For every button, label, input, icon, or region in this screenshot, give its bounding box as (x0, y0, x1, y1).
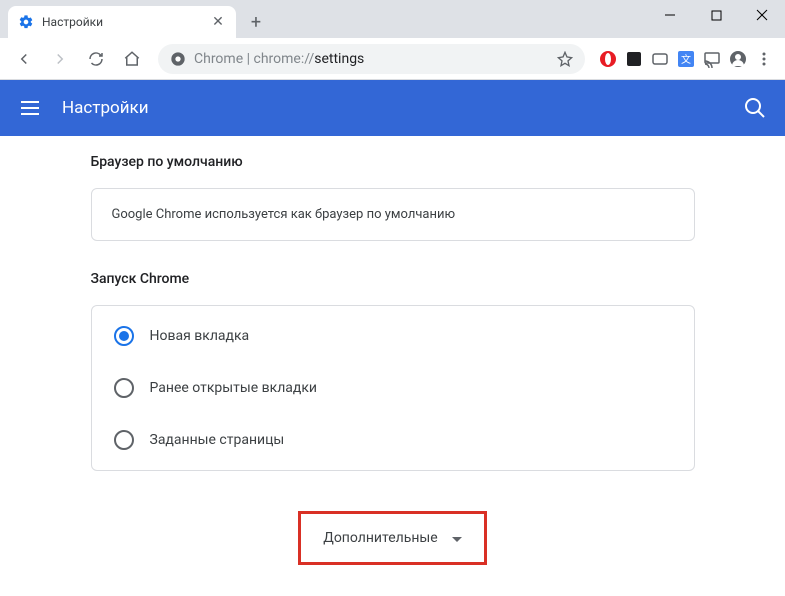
startup-option-specific-pages[interactable]: Заданные страницы (112, 414, 674, 466)
search-button[interactable] (743, 96, 767, 120)
svg-text:文: 文 (681, 53, 691, 66)
browser-menu-button[interactable] (755, 50, 773, 68)
new-tab-button[interactable]: + (242, 8, 270, 36)
section-title: Браузер по умолчанию (91, 154, 695, 170)
reload-button[interactable] (80, 43, 112, 75)
page-title: Настройки (62, 98, 149, 118)
settings-content[interactable]: Браузер по умолчанию Google Chrome испол… (0, 136, 785, 596)
default-browser-section: Браузер по умолчанию Google Chrome испол… (91, 154, 695, 241)
url-text: Chrome | chrome://settings (194, 51, 549, 67)
maximize-button[interactable] (693, 0, 739, 30)
minimize-button[interactable] (647, 0, 693, 30)
gear-icon (18, 14, 34, 30)
home-button[interactable] (116, 43, 148, 75)
radio-icon (114, 378, 134, 398)
radio-icon (114, 326, 134, 346)
extension-icon-3[interactable] (651, 50, 669, 68)
startup-option-continue[interactable]: Ранее открытые вкладки (112, 362, 674, 414)
back-button[interactable] (8, 43, 40, 75)
close-window-button[interactable] (739, 0, 785, 30)
extension-icon-2[interactable] (625, 50, 643, 68)
radio-label: Ранее открытые вкладки (150, 380, 318, 396)
advanced-toggle-button[interactable]: Дополнительные (298, 511, 486, 565)
hamburger-menu-button[interactable] (18, 96, 42, 120)
default-browser-card: Google Chrome используется как браузер п… (91, 188, 695, 241)
window-controls (647, 0, 785, 30)
default-browser-message: Google Chrome используется как браузер п… (112, 207, 456, 222)
on-startup-card: Новая вкладка Ранее открытые вкладки Зад… (91, 305, 695, 471)
extension-cast-icon[interactable] (703, 50, 721, 68)
section-title: Запуск Chrome (91, 271, 695, 287)
bookmark-star-icon[interactable] (557, 51, 573, 67)
address-bar[interactable]: Chrome | chrome://settings (158, 44, 585, 74)
browser-tab[interactable]: Настройки ✕ (8, 6, 236, 38)
extension-icons: 文 (595, 50, 777, 68)
on-startup-section: Запуск Chrome Новая вкладка Ранее открыт… (91, 271, 695, 471)
close-tab-button[interactable]: ✕ (210, 14, 226, 30)
radio-icon (114, 430, 134, 450)
forward-button[interactable] (44, 43, 76, 75)
profile-avatar-icon[interactable] (729, 50, 747, 68)
chevron-down-icon (452, 533, 462, 543)
tab-title: Настройки (42, 15, 103, 29)
extension-opera-icon[interactable] (599, 50, 617, 68)
window-titlebar: Настройки ✕ + (0, 0, 785, 38)
chrome-icon (170, 51, 186, 67)
radio-label: Новая вкладка (150, 328, 250, 344)
browser-toolbar: Chrome | chrome://settings 文 (0, 38, 785, 80)
extension-translate-icon[interactable]: 文 (677, 50, 695, 68)
advanced-label: Дополнительные (323, 530, 437, 546)
settings-header: Настройки (0, 80, 785, 136)
radio-label: Заданные страницы (150, 432, 285, 448)
startup-option-new-tab[interactable]: Новая вкладка (112, 310, 674, 362)
